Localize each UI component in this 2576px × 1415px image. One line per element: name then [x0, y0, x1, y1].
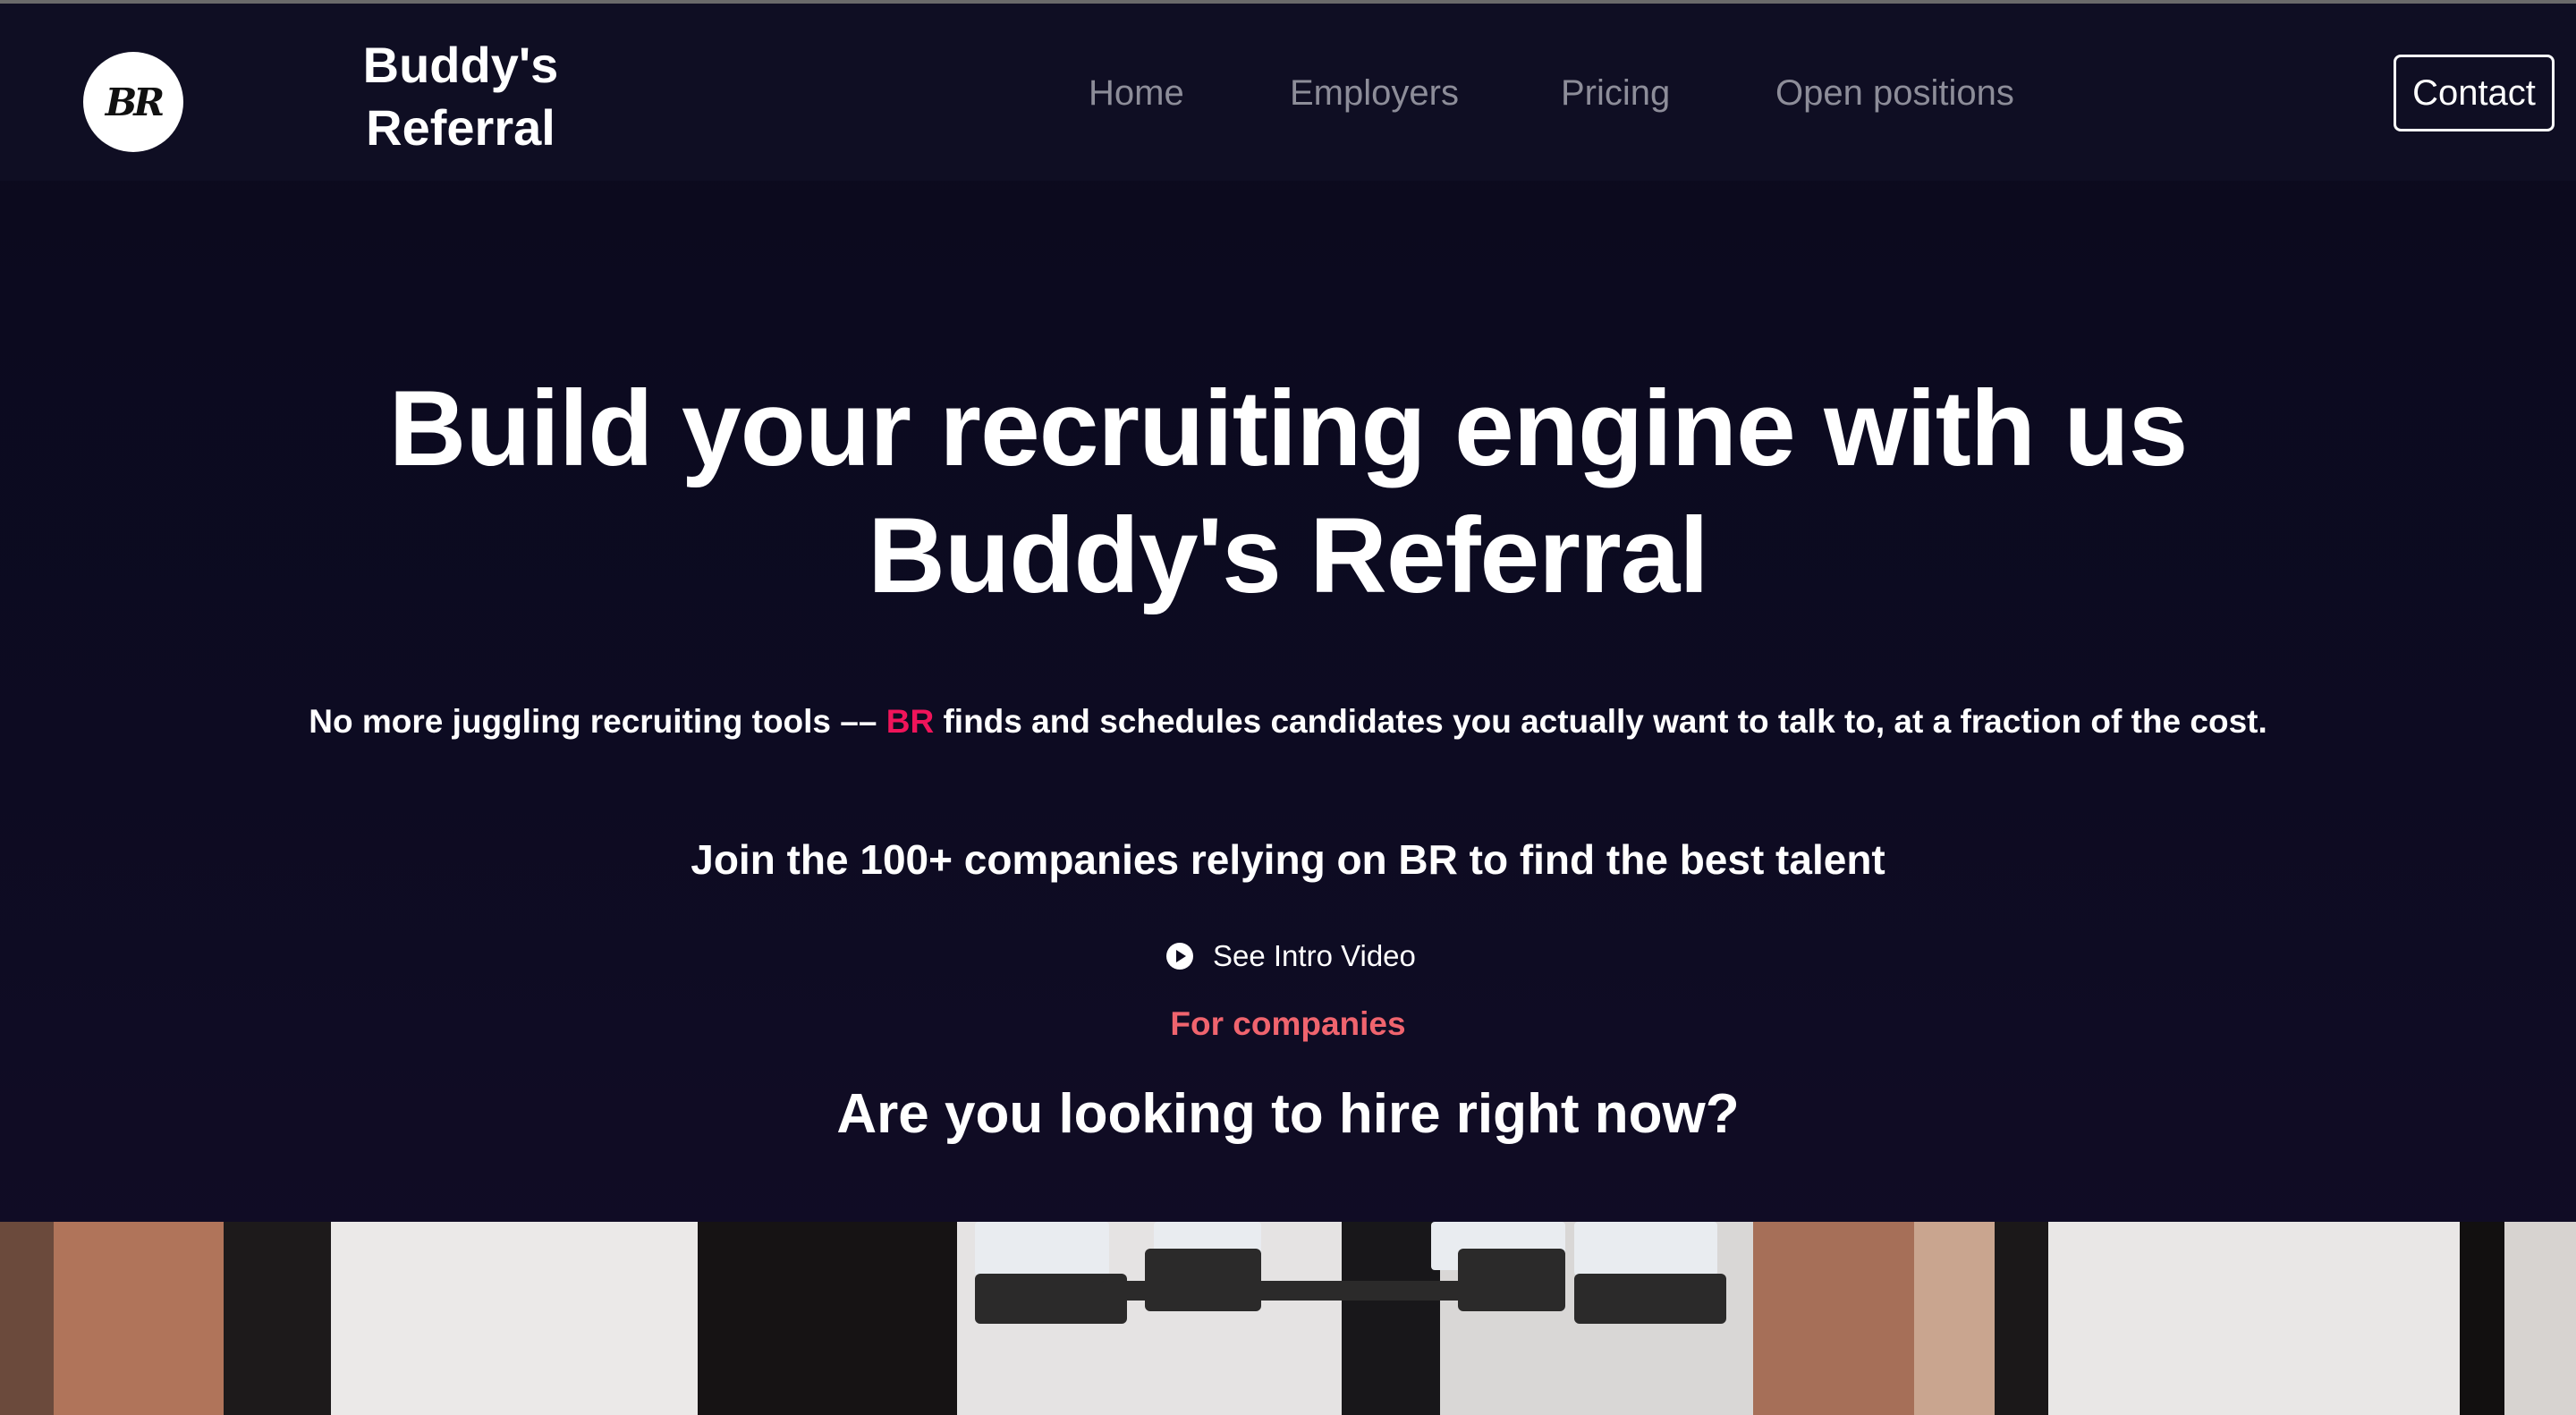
section-eyebrow: For companies	[1170, 1005, 1406, 1042]
intro-video-label: See Intro Video	[1213, 939, 1416, 972]
hero-photo	[0, 1222, 2576, 1415]
brand-name-line1: Buddy's	[362, 37, 559, 93]
subtitle-lead: No more juggling recruiting tools ––	[309, 703, 886, 740]
brand-name-line2: Referral	[366, 99, 555, 156]
landing-page: BR Buddy's Referral Home Employers Prici…	[0, 0, 2576, 1415]
hero-title: Build your recruiting engine with us Bud…	[0, 365, 2576, 619]
hero-title-line2: Buddy's Referral	[868, 496, 1709, 615]
play-circle-icon	[1166, 943, 1193, 970]
brand-name[interactable]: Buddy's Referral	[340, 34, 581, 159]
contact-button[interactable]: Contact	[2394, 55, 2555, 131]
nav-employers[interactable]: Employers	[1290, 73, 1459, 114]
hero-subtitle: No more juggling recruiting tools –– BR …	[0, 703, 2576, 741]
nav-home[interactable]: Home	[1089, 73, 1184, 114]
intro-video-link[interactable]: See Intro Video	[1166, 934, 1416, 979]
hero-title-line1: Build your recruiting engine with us	[388, 369, 2189, 488]
subtitle-accent-br: BR	[886, 703, 935, 740]
nav-pricing[interactable]: Pricing	[1561, 73, 1670, 114]
subtitle-rest: finds and schedules candidates you actua…	[934, 703, 2267, 740]
site-header: BR Buddy's Referral Home Employers Prici…	[0, 4, 2576, 181]
logo-monogram: BR	[105, 80, 165, 124]
brand-logo[interactable]: BR	[83, 52, 183, 152]
nav-open-positions[interactable]: Open positions	[1775, 73, 2014, 114]
hire-question-heading: Are you looking to hire right now?	[836, 1083, 1740, 1145]
social-proof-text: Join the 100+ companies relying on BR to…	[691, 836, 1885, 883]
